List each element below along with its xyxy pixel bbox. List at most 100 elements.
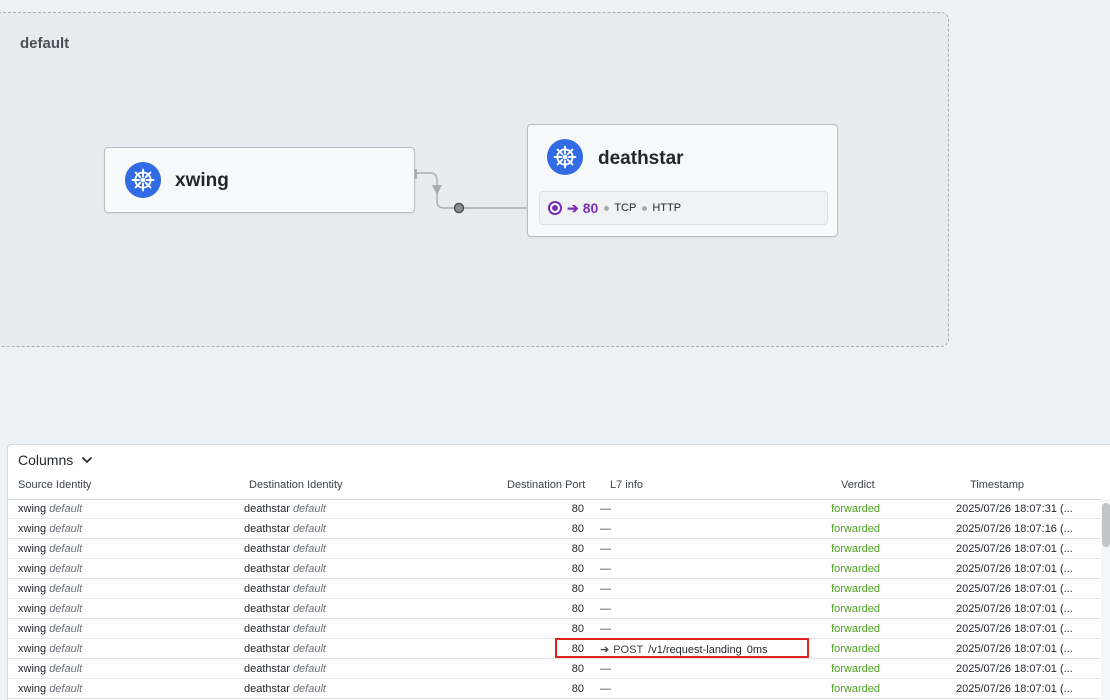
source-name: xwing: [18, 523, 47, 535]
cell-verdict: forwarded: [831, 523, 880, 535]
column-header-verdict[interactable]: Verdict: [841, 479, 875, 491]
destination-name: deathstar: [244, 583, 290, 595]
cell-port: 80: [571, 543, 584, 555]
cell-verdict: forwarded: [831, 623, 880, 635]
cell-verdict: forwarded: [831, 643, 880, 655]
cell-l7: —: [600, 623, 611, 635]
column-header-l7[interactable]: L7 info: [610, 479, 643, 491]
protocol-label: HTTP: [652, 202, 682, 214]
cell-destination: deathstar default: [244, 583, 326, 595]
destination-namespace: default: [292, 543, 326, 555]
cell-source: xwing default: [18, 623, 82, 635]
source-name: xwing: [18, 563, 47, 575]
table-row[interactable]: xwing default deathstar default 80 — forward…: [8, 679, 1101, 699]
chevron-down-icon: [82, 456, 93, 464]
cell-source: xwing default: [18, 603, 82, 615]
scrollbar-thumb[interactable]: [1102, 503, 1110, 547]
edge-arrow-icon: [432, 185, 442, 195]
cell-source: xwing default: [18, 563, 82, 575]
cell-verdict: forwarded: [831, 663, 880, 675]
cell-source: xwing default: [18, 683, 82, 695]
scrollbar[interactable]: [1101, 499, 1110, 700]
table-row[interactable]: xwing default deathstar default 80— forward…: [8, 579, 1101, 599]
destination-namespace: default: [292, 563, 326, 575]
cell-destination: deathstar default: [244, 543, 326, 555]
kubernetes-icon: [546, 138, 584, 176]
source-namespace: default: [49, 523, 83, 535]
cell-source: xwing default: [18, 643, 82, 655]
cell-source: xwing default: [18, 583, 82, 595]
cell-timestamp: 2025/07/26 18:07:31 (...: [956, 503, 1073, 515]
column-header-timestamp[interactable]: Timestamp: [970, 479, 1024, 491]
table-row[interactable]: xwing default deathstar default 80 ➔ POST/v1…: [8, 639, 1101, 659]
http-url: /v1/request-landing: [648, 644, 742, 656]
l7-http-info: ➔ POST/v1/request-landing 0ms: [600, 643, 768, 656]
columns-button-label: Columns: [18, 452, 74, 468]
destination-namespace: default: [292, 603, 326, 615]
cell-l7: —: [600, 563, 611, 575]
cell-port: 80: [571, 603, 584, 615]
source-name: xwing: [18, 503, 47, 515]
table-row[interactable]: xwing default deathstar default 80— forward…: [8, 559, 1101, 579]
cell-port: 80: [571, 523, 584, 535]
separator-dot: [604, 205, 610, 211]
cell-destination: deathstar default: [244, 523, 326, 535]
arrow-right-icon: ➔: [600, 644, 610, 656]
columns-button[interactable]: Columns: [18, 452, 93, 468]
table-header: Source Identity Destination Identity Des…: [8, 479, 1110, 500]
cell-source: xwing default: [18, 523, 82, 535]
source-namespace: default: [49, 683, 83, 695]
source-namespace: default: [49, 603, 83, 615]
table-row[interactable]: xwing default deathstar default 80— forward…: [8, 599, 1101, 619]
cell-l7: —: [600, 523, 611, 535]
cell-l7: —: [600, 603, 611, 615]
cell-source: xwing default: [18, 543, 82, 555]
destination-name: deathstar: [244, 523, 290, 535]
destination-namespace: default: [292, 503, 326, 515]
cell-verdict: forwarded: [831, 603, 880, 615]
cell-l7: —: [600, 683, 611, 695]
cell-port: 80: [571, 503, 584, 515]
destination-name: deathstar: [244, 603, 290, 615]
cell-verdict: forwarded: [831, 683, 880, 695]
cell-timestamp: 2025/07/26 18:07:01 (...: [956, 543, 1073, 555]
source-name: xwing: [18, 543, 47, 555]
table-row[interactable]: xwing default deathstar default 80— forward…: [8, 499, 1101, 519]
table-row[interactable]: xwing default deathstar default 80— forward…: [8, 539, 1101, 559]
separator-dot: [642, 205, 648, 211]
source-name: xwing: [18, 583, 47, 595]
cell-destination: deathstar default: [244, 603, 326, 615]
source-namespace: default: [49, 543, 83, 555]
cell-l7: —: [600, 503, 611, 515]
http-latency: 0ms: [746, 644, 768, 656]
cell-destination: deathstar default: [244, 663, 326, 675]
source-namespace: default: [49, 563, 83, 575]
destination-name: deathstar: [244, 683, 290, 695]
column-header-port[interactable]: Destination Port: [507, 479, 585, 491]
column-header-destination[interactable]: Destination Identity: [249, 479, 343, 491]
table-row[interactable]: xwing default deathstar default 80— forward…: [8, 519, 1101, 539]
flows-panel: Columns Source Identity Destination Iden…: [7, 444, 1110, 700]
node-deathstar[interactable]: deathstar ➔ 80 TCP HTTP: [527, 124, 838, 237]
cell-verdict: forwarded: [831, 543, 880, 555]
table-row[interactable]: xwing default deathstar default 80— forward…: [8, 619, 1101, 639]
node-xwing[interactable]: xwing: [104, 147, 415, 213]
column-header-source[interactable]: Source Identity: [18, 479, 91, 491]
cell-l7: —: [600, 543, 611, 555]
source-name: xwing: [18, 603, 47, 615]
service-map[interactable]: default xwing deathstar ➔ 80 TCP HTTP: [0, 0, 1110, 440]
source-name: xwing: [18, 683, 47, 695]
endpoint-port-row[interactable]: ➔ 80 TCP HTTP: [539, 191, 828, 225]
destination-namespace: default: [292, 523, 326, 535]
cell-port: 80: [571, 563, 584, 575]
table-row[interactable]: xwing default deathstar default 80— forward…: [8, 659, 1101, 679]
cell-timestamp: 2025/07/26 18:07:01 (...: [956, 683, 1073, 695]
source-namespace: default: [49, 663, 83, 675]
destination-namespace: default: [292, 623, 326, 635]
cell-port: 80: [571, 683, 584, 695]
node-title: deathstar: [598, 148, 684, 169]
destination-name: deathstar: [244, 663, 290, 675]
source-namespace: default: [49, 583, 83, 595]
destination-namespace: default: [292, 663, 326, 675]
cell-timestamp: 2025/07/26 18:07:01 (...: [956, 583, 1073, 595]
